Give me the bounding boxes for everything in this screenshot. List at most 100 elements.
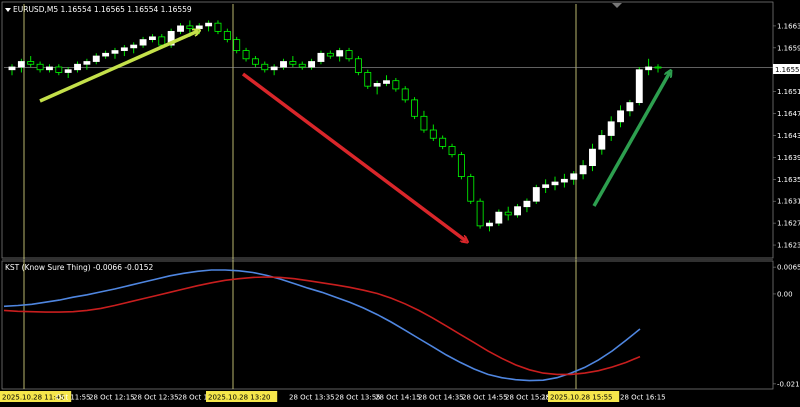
time-highlight-label: 2025.10.28 13:20 [208,394,270,402]
candle-body [589,148,596,167]
triangle-down-icon [5,8,11,12]
candle-body [186,25,194,30]
price-tick-label: 1.16395 [777,154,800,162]
time-tick-label: 28 Oct 13:35 [289,394,335,402]
indicator-header: KST (Know Sure Thing) -0.0066 -0.0152 [5,263,154,272]
price-tick-label: 1.16275 [777,220,800,228]
candle-body [532,187,540,202]
shift-marker-icon[interactable] [612,3,622,8]
candle-body [448,146,456,156]
candle-body [373,83,381,87]
candle-body [27,61,35,65]
candle-body [504,211,512,216]
candlestick-series [8,20,662,232]
candle-body [439,137,447,147]
uptrend-arrow-green[interactable] [592,72,670,207]
kst-axis[interactable]: 0.0065 0.00 -0.0218 [773,264,800,389]
candle-body [195,25,203,30]
candle-body [139,39,147,46]
candle-body [467,176,475,202]
kst-tick-label: 0.0065 [777,264,800,272]
candle-body [214,22,222,32]
time-tick-label: 28 Oct 16:15 [620,394,666,402]
candle-body [233,39,241,51]
price-tick-label: 1.16475 [777,110,800,118]
candle-body [261,63,269,71]
candle-body [551,181,559,186]
candle-body [55,66,63,73]
candle-body [317,52,325,62]
candle-body [111,50,119,54]
candle-body [654,66,662,69]
price-tick-label: 1.16315 [777,198,800,206]
main-pane-frame [1,1,774,259]
chart-canvas: EURUSD,M5 1.16554 1.16565 1.16554 1.1655… [0,1,800,402]
candle-body [383,80,390,84]
candle-body [429,129,437,139]
candle-body [36,63,44,71]
candle-body [17,61,25,68]
price-tick-label: 1.16235 [777,242,800,250]
candle-body [130,44,138,49]
time-axis[interactable]: 2025.10.28 11:45Oct 11:5528 Oct 12:1528 … [0,391,666,402]
candle-body [205,22,213,27]
price-tick-label: 1.16355 [777,176,800,184]
candle-body [64,69,72,73]
candle-body [251,58,259,65]
candle-body [280,61,287,68]
current-price-badge: 1.16559 [773,64,800,74]
chart-window: EURUSD,M5 1.16554 1.16565 1.16554 1.1655… [0,0,800,407]
candle-body [270,66,278,71]
uptrend-arrow-yellow[interactable] [39,31,198,103]
time-tick-label: 28 Oct 12:15 [89,394,135,402]
downtrend-arrow-red[interactable] [241,72,466,241]
candle-body [570,173,578,180]
time-tick-label: 28 Oct 14:35 [418,394,464,402]
indicator-pane-frame [1,260,774,390]
current-price-label: 1.16559 [775,66,800,74]
candle-body [336,50,344,57]
candle-body [120,47,128,51]
candle-body [298,63,306,68]
time-tick-label: 28 Oct 14:15 [375,394,421,402]
candle-body [8,66,16,71]
vertical-lines [2,4,773,389]
time-tick-label: 28 Oct 12:35 [133,394,179,402]
candle-body [476,200,484,227]
symbol-header: EURUSD,M5 1.16554 1.16565 1.16554 1.1655… [13,5,192,14]
candle-body [560,178,568,183]
candle-body [411,99,419,117]
symbol-dropdown[interactable]: EURUSD,M5 1.16554 1.16565 1.16554 1.1655… [5,5,192,14]
candle-body [495,211,503,224]
candle-body [626,102,634,112]
candle-body [607,121,615,136]
candle-body [148,36,156,41]
candle-body [635,69,643,104]
candle-body [401,88,409,101]
time-tick-label: Oct 11:55 [56,394,91,402]
candle-body [74,63,81,71]
candle-body [523,200,531,208]
candle-body [457,154,465,177]
candle-body [542,184,550,188]
price-axis[interactable]: 1.16635 1.16595 1.16515 1.16475 1.16435 1.163… [773,22,800,250]
candle-body [223,30,231,41]
candle-body [46,66,53,71]
candle-body [158,36,166,46]
candle-body [579,165,587,175]
candle-body [242,50,250,60]
candle-body [598,135,606,150]
kst-tick-label: -0.0218 [777,380,800,388]
price-tick-label: 1.16595 [777,44,800,52]
candle-body [392,80,400,90]
candle-body [177,25,184,32]
candle-body [345,50,353,60]
kst-lines [3,269,641,382]
kst-tick-label: 0.00 [777,290,793,298]
candle-body [364,72,372,87]
candle-body [83,61,91,65]
price-tick-label: 1.16635 [777,22,800,30]
time-tick-label: 28 Oct 14:55 [462,394,508,402]
candle-body [289,61,297,65]
candle-body [645,66,653,71]
